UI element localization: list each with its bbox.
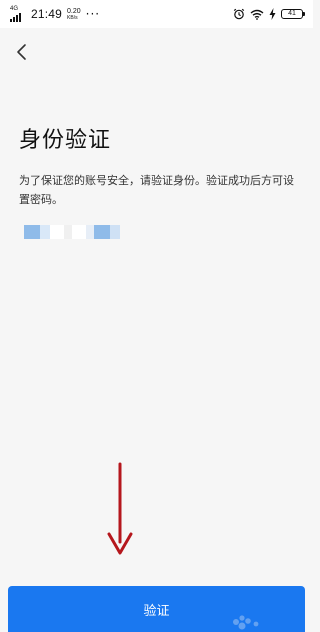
masked-account-block — [24, 225, 40, 239]
network-type: 4G — [10, 6, 19, 12]
masked-account-block — [40, 225, 50, 239]
battery-icon: 41 — [281, 9, 305, 19]
more-notifications-icon: ··· — [85, 7, 101, 21]
net-speed-unit: KB/s — [67, 14, 78, 21]
status-bar: 4G 21:49 0.20 KB/s ··· 41 — [0, 0, 313, 28]
masked-account-block — [72, 225, 86, 239]
masked-account-block — [50, 225, 64, 239]
status-bar-right: 41 — [233, 0, 305, 28]
net-speed: 0.20 KB/s — [67, 8, 81, 21]
chevron-left-icon — [17, 44, 26, 60]
net-speed-value: 0.20 — [67, 7, 81, 15]
status-bar-left: 4G 21:49 0.20 KB/s ··· — [10, 0, 100, 28]
signal-icon: 4G — [10, 6, 26, 22]
masked-account-block — [64, 225, 72, 239]
wifi-icon — [250, 9, 264, 20]
charging-icon — [269, 8, 276, 20]
masked-account — [24, 225, 120, 239]
masked-account-block — [110, 225, 120, 239]
back-button[interactable] — [8, 38, 36, 66]
page-title: 身份验证 — [19, 128, 112, 153]
status-time: 21:49 — [31, 7, 63, 21]
alarm-icon — [233, 8, 245, 20]
annotation-arrow — [107, 462, 133, 555]
verification-description: 为了保证您的账号安全，请验证身份。验证成功后方可设置密码。 — [19, 174, 294, 206]
battery-level: 41 — [288, 10, 296, 17]
masked-account-block — [86, 225, 94, 239]
watermark-paw-icon — [233, 615, 259, 630]
masked-account-block — [94, 225, 110, 239]
